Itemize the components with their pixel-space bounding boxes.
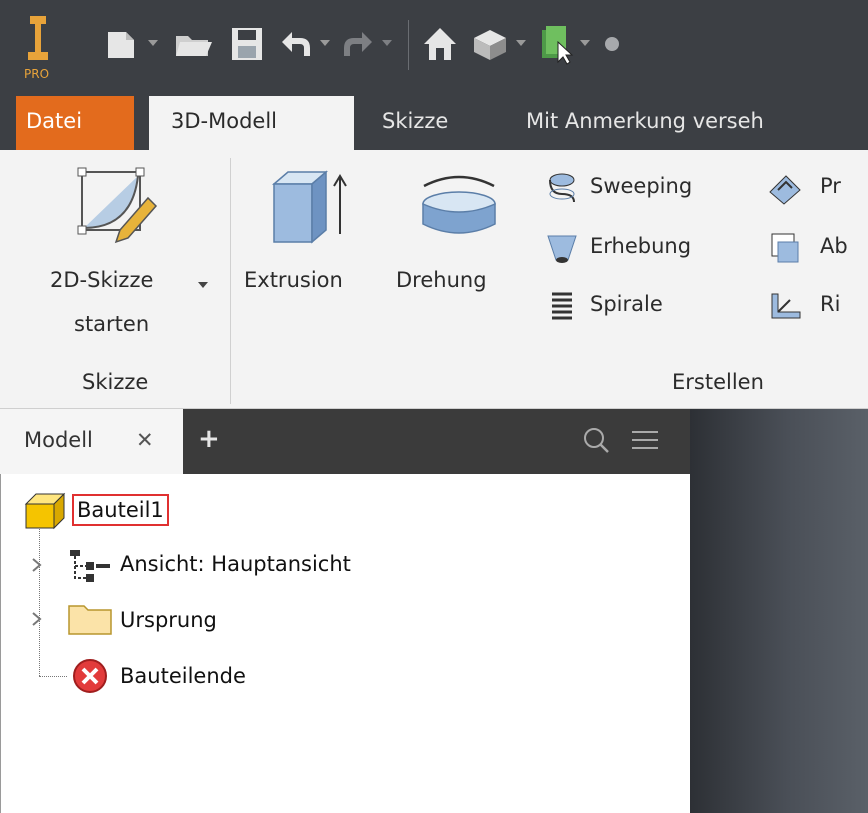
revolve-icon[interactable] <box>414 164 504 248</box>
appearance-dropdown-icon[interactable] <box>578 36 592 50</box>
extrusion-icon[interactable] <box>262 164 352 248</box>
expand-view-icon[interactable] <box>28 556 46 574</box>
tab-annotate[interactable]: Mit Anmerkung verseh <box>516 96 774 150</box>
view-rep-icon[interactable] <box>66 544 114 584</box>
tab-3d-model[interactable]: 3D-Modell <box>149 96 354 150</box>
coil-icon[interactable] <box>544 288 580 324</box>
coil-label[interactable]: Spirale <box>590 292 663 316</box>
expand-origin-icon[interactable] <box>28 610 46 628</box>
revolve-label[interactable]: Drehung <box>396 268 487 292</box>
loft-icon[interactable] <box>544 230 580 266</box>
tree-item-view[interactable]: Ansicht: Hauptansicht <box>120 552 351 576</box>
new-file-icon[interactable] <box>104 26 144 62</box>
rib-icon[interactable] <box>766 288 804 324</box>
menu-icon[interactable] <box>628 424 662 456</box>
loft-label[interactable]: Erhebung <box>590 234 691 258</box>
tab-sketch[interactable]: Skizze <box>372 96 458 150</box>
tree-dotted-branch <box>39 676 67 677</box>
sketch-2d-icon[interactable] <box>72 164 162 248</box>
tree-item-origin[interactable]: Ursprung <box>120 608 217 632</box>
folder-icon[interactable] <box>66 598 114 638</box>
material-dropdown-icon[interactable] <box>514 36 528 50</box>
tree-item-end[interactable]: Bauteilende <box>120 664 246 688</box>
open-folder-icon[interactable] <box>172 26 216 62</box>
redo-dropdown-icon[interactable] <box>380 36 394 50</box>
undo-icon[interactable] <box>276 28 316 62</box>
home-icon[interactable] <box>420 24 460 64</box>
tab-file[interactable]: Datei <box>16 96 134 150</box>
close-tab-icon[interactable]: ✕ <box>136 428 154 452</box>
browser-tab-label[interactable]: Modell <box>24 428 93 452</box>
extrusion-label[interactable]: Extrusion <box>244 268 343 292</box>
sketch-dropdown-icon[interactable] <box>196 278 210 292</box>
tree-dotted-line <box>39 526 40 676</box>
end-of-part-icon[interactable] <box>66 656 114 696</box>
panel-separator <box>230 158 231 404</box>
emboss-label-partial[interactable]: Pr <box>820 174 841 198</box>
panel-label-sketch: Skizze <box>82 370 149 394</box>
redo-icon[interactable] <box>338 28 378 62</box>
undo-dropdown-icon[interactable] <box>318 36 332 50</box>
adjust-icon[interactable] <box>600 24 630 64</box>
add-tab-icon[interactable]: + <box>198 424 220 454</box>
save-icon[interactable] <box>228 24 266 64</box>
emboss-icon[interactable] <box>766 170 804 206</box>
tree-root-part[interactable]: Bauteil1 <box>72 494 169 526</box>
material-icon[interactable] <box>468 24 512 64</box>
toolbar-separator <box>408 20 409 70</box>
inventor-logo-icon: PRO <box>24 16 49 81</box>
new-dropdown-icon[interactable] <box>146 36 160 50</box>
sketch-button-line1[interactable]: 2D-Skizze <box>50 268 153 292</box>
panel-label-create: Erstellen <box>672 370 764 394</box>
logo-caption: PRO <box>24 67 49 81</box>
search-icon[interactable] <box>580 424 612 456</box>
derive-label-partial[interactable]: Ab <box>820 234 848 258</box>
derive-icon[interactable] <box>766 230 804 266</box>
graphics-viewport[interactable] <box>690 409 868 813</box>
rib-label-partial[interactable]: Ri <box>820 292 840 316</box>
sweep-icon[interactable] <box>544 170 580 206</box>
app-logo[interactable]: PRO <box>16 14 60 84</box>
sweep-label[interactable]: Sweeping <box>590 174 692 198</box>
part-icon[interactable] <box>24 490 72 530</box>
sketch-button-line2[interactable]: starten <box>74 312 149 336</box>
appearance-icon[interactable] <box>536 22 576 66</box>
